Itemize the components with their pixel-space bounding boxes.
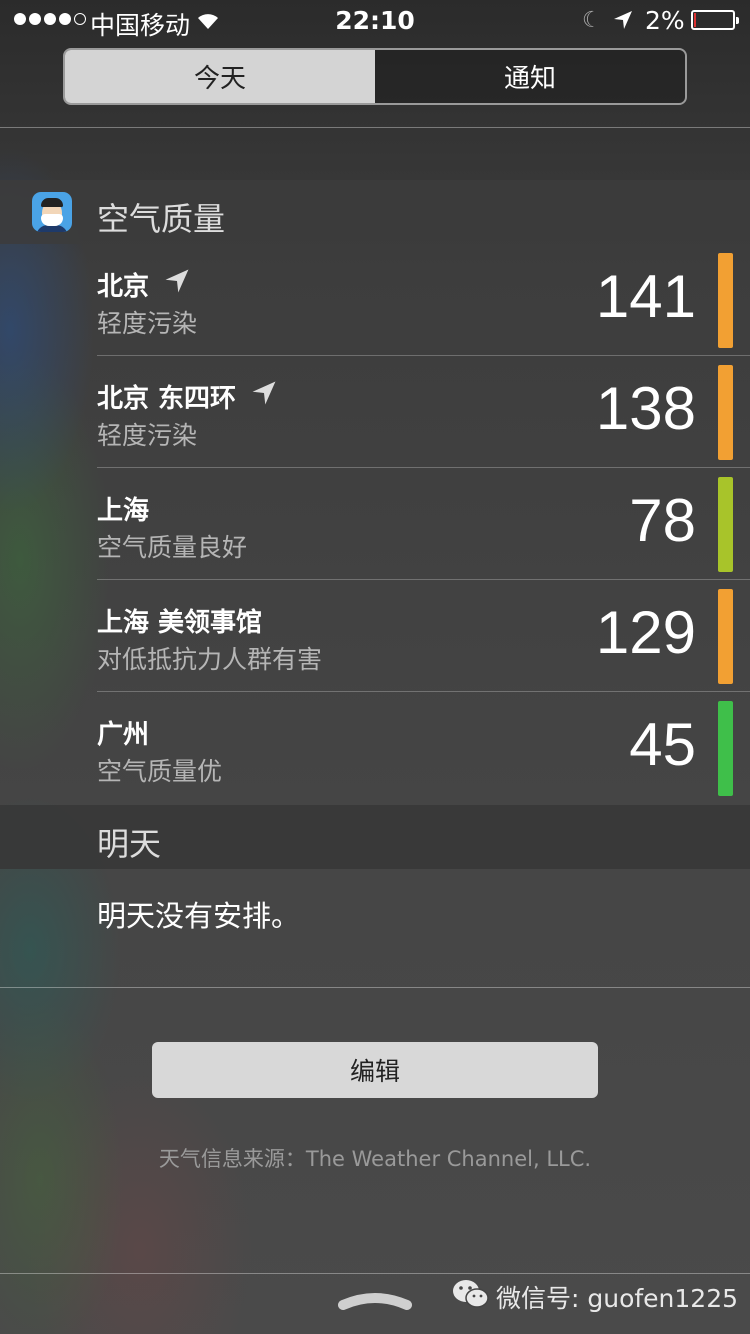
tomorrow-section-header: 明天	[0, 805, 750, 869]
status-bar: 中国移动 22:10 ☾ 2%	[0, 0, 750, 40]
aqi-color-bar	[718, 701, 733, 796]
battery-percent: 2%	[645, 6, 685, 35]
battery-icon	[691, 10, 739, 30]
tomorrow-summary: 明天没有安排。	[97, 899, 301, 933]
pollution-status: 轻度污染	[97, 421, 198, 450]
city-name: 广州	[97, 720, 150, 750]
list-item[interactable]: 北京 轻度污染 141	[0, 244, 750, 356]
divider	[0, 1273, 750, 1274]
location-arrow-icon	[163, 267, 191, 302]
list-item[interactable]: 上海 空气质量良好 78	[0, 468, 750, 580]
air-quality-list: 北京 轻度污染 141 北京 东四环 轻度污染 138 上海 空气质量良好 78…	[0, 244, 750, 804]
location-arrow-icon	[250, 379, 278, 414]
tab-notifications[interactable]: 通知	[375, 50, 685, 103]
aqi-color-bar	[718, 253, 733, 348]
pollution-status: 轻度污染	[97, 309, 198, 338]
aqi-value: 78	[629, 487, 696, 554]
city-name: 北京	[97, 272, 150, 302]
divider	[0, 127, 750, 128]
edit-button[interactable]: 编辑	[152, 1042, 598, 1098]
aqi-value: 45	[629, 711, 696, 778]
pollution-status: 空气质量良好	[97, 533, 248, 562]
clock: 22:10	[335, 6, 415, 35]
wechat-icon	[452, 1278, 490, 1316]
weather-source-credit[interactable]: 天气信息来源：The Weather Channel, LLC.	[0, 1143, 750, 1173]
today-notifications-segmented-control[interactable]: 今天 通知	[63, 48, 687, 105]
aqi-value: 129	[595, 599, 696, 666]
tab-today[interactable]: 今天	[65, 50, 375, 103]
close-handle-icon[interactable]	[337, 1287, 413, 1317]
location-services-icon	[612, 8, 634, 37]
list-item[interactable]: 北京 东四环 轻度污染 138	[0, 356, 750, 468]
section-title: 明天	[97, 825, 162, 863]
wechat-watermark: 微信号: guofen1225	[452, 1278, 738, 1316]
do-not-disturb-icon: ☾	[582, 8, 602, 33]
aqi-value: 138	[595, 375, 696, 442]
aqi-color-bar	[718, 589, 733, 684]
widget-title: 空气质量	[97, 200, 226, 238]
pollution-status: 空气质量优	[97, 757, 223, 786]
city-name: 北京 东四环	[97, 384, 237, 414]
list-item[interactable]: 广州 空气质量优 45	[0, 692, 750, 804]
aqi-color-bar	[718, 477, 733, 572]
air-quality-widget-header[interactable]: 空气质量	[0, 180, 750, 244]
city-name: 上海 美领事馆	[97, 608, 263, 638]
aqi-color-bar	[718, 365, 733, 460]
aqi-value: 141	[595, 263, 696, 330]
city-name: 上海	[97, 496, 150, 526]
list-item[interactable]: 上海 美领事馆 对低抵抗力人群有害 129	[0, 580, 750, 692]
air-quality-app-icon	[32, 192, 72, 232]
pollution-status: 对低抵抗力人群有害	[97, 645, 323, 674]
divider	[0, 987, 750, 988]
wechat-id: 微信号: guofen1225	[496, 1284, 739, 1313]
